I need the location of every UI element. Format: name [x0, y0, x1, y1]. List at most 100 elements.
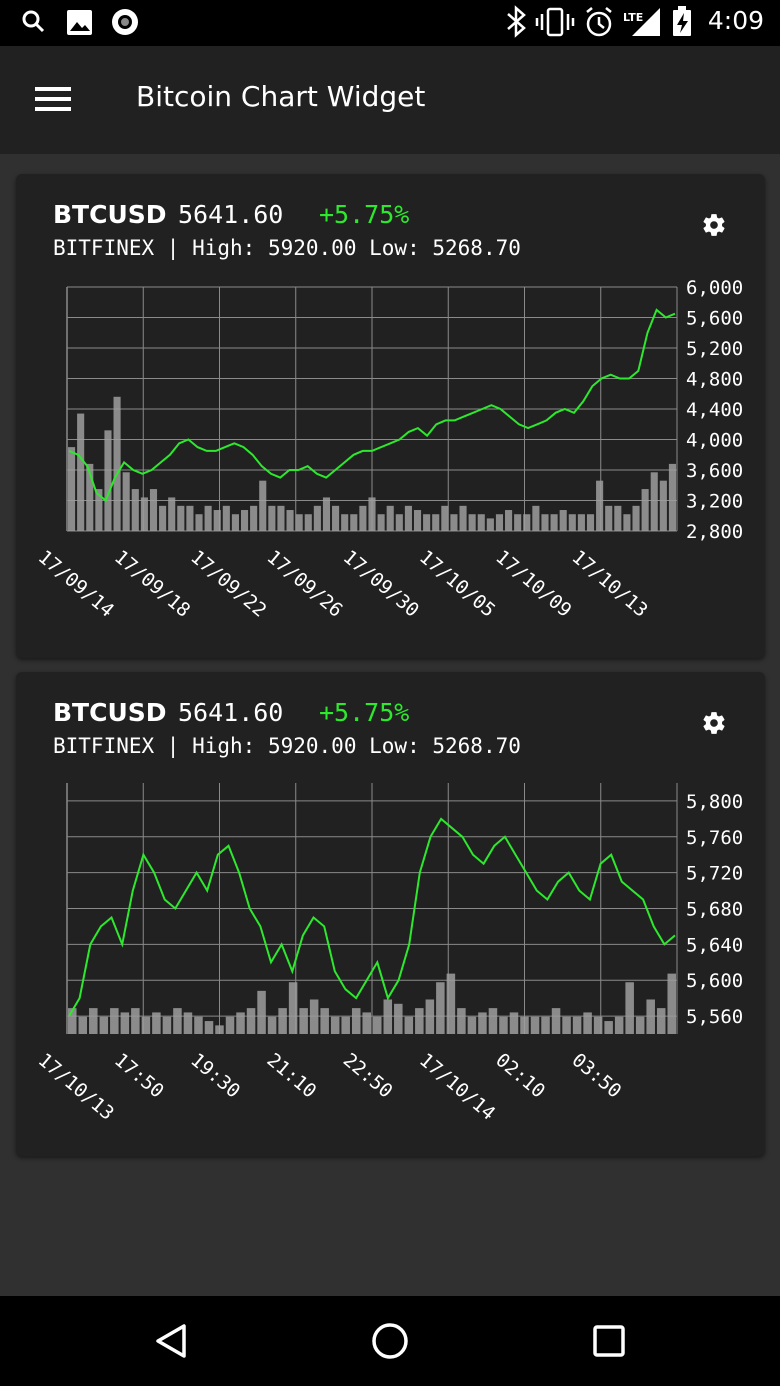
volume-bar [377, 514, 385, 531]
widget-card-1[interactable]: BTCUSD 5641.60 +5.75% BITFINEX | High: 5… [16, 174, 765, 658]
y-tick-label: 2,800 [686, 521, 743, 543]
x-tick-label: 17/10/14 [415, 1049, 499, 1125]
hamburger-menu-icon[interactable] [26, 80, 80, 120]
y-tick-label: 5,800 [686, 791, 743, 813]
widget-card-2[interactable]: BTCUSD 5641.60 +5.75% BITFINEX | High: 5… [16, 672, 765, 1156]
volume-bar [152, 1012, 161, 1034]
x-tick-label: 17/10/05 [415, 546, 499, 622]
x-tick-label: 17/09/30 [339, 546, 423, 622]
volume-bar [596, 480, 604, 531]
volume-bar [231, 514, 239, 531]
volume-bar [394, 1003, 403, 1034]
volume-bar [350, 514, 358, 531]
x-tick-label: 22:50 [339, 1049, 397, 1103]
x-tick-label: 17/10/13 [568, 546, 652, 622]
status-time: 4:09 [707, 6, 764, 35]
y-tick-label: 5,720 [686, 863, 743, 885]
volume-bar [341, 514, 349, 531]
volume-bar [532, 505, 540, 531]
y-tick-label: 4,000 [686, 430, 743, 452]
volume-bar [351, 1008, 361, 1034]
svg-text:LTE: LTE [623, 11, 643, 24]
back-icon[interactable] [147, 1316, 197, 1366]
price-chart: 6,000 5,600 5,200 4,800 4,400 4,000 3,600 3,200… [34, 277, 743, 622]
x-tick-label: 19:30 [186, 1049, 244, 1103]
status-bar: LTE 4:09 [0, 0, 780, 46]
volume-bar [646, 999, 655, 1034]
volume-bar [288, 982, 298, 1034]
volume-bar [332, 505, 340, 531]
y-tick-label: 5,200 [686, 338, 743, 360]
volume-bar [277, 505, 285, 531]
volume-bar [195, 514, 203, 531]
y-tick-label: 5,600 [686, 308, 743, 330]
volume-bar [568, 514, 576, 531]
volume-bar [586, 514, 595, 531]
volume-bar [541, 514, 549, 531]
vibrate-icon [535, 7, 575, 37]
volume-bar [122, 472, 130, 531]
volume-bar [177, 505, 185, 531]
x-tick-label: 17/09/14 [34, 546, 118, 622]
y-tick-label: 5,760 [686, 827, 743, 849]
volume-bar [415, 1008, 424, 1034]
volume-bar [68, 447, 76, 531]
volume-bar [446, 973, 456, 1034]
volume-bar [149, 489, 158, 531]
volume-bar [441, 505, 449, 531]
x-tick-label: 17/10/09 [491, 546, 575, 622]
volume-bar [213, 510, 221, 531]
volume-bar [614, 505, 622, 531]
volume-bar [194, 1016, 203, 1034]
volume-bar [551, 1008, 561, 1034]
volume-bar [495, 514, 504, 531]
y-tick-label: 5,680 [686, 899, 743, 921]
volume-bar [313, 505, 321, 531]
volume-bar [320, 1008, 329, 1034]
volume-bar [467, 1016, 477, 1034]
volume-bar [432, 514, 440, 531]
volume-bar [368, 497, 376, 531]
volume-bar [113, 396, 121, 531]
volume-bar [450, 514, 458, 531]
navigation-bar [0, 1296, 780, 1386]
volume-bar [423, 514, 431, 531]
home-icon[interactable] [365, 1316, 415, 1366]
volume-bar [222, 505, 230, 531]
volume-bar [183, 1012, 193, 1034]
volume-bar [667, 973, 676, 1034]
volume-bar [236, 1012, 245, 1034]
volume-bar [330, 1016, 340, 1034]
image-icon [67, 10, 92, 35]
x-tick-label: 21:10 [263, 1049, 321, 1103]
alarm-icon [586, 7, 612, 37]
x-tick-label: 03:50 [568, 1049, 626, 1103]
y-tick-label: 5,600 [686, 970, 743, 992]
volume-bar [162, 1016, 172, 1034]
volume-bar [468, 514, 476, 531]
battery-charging-icon [673, 6, 691, 36]
volume-bar [604, 1021, 613, 1034]
volume-bar [425, 999, 435, 1034]
volume-bar [186, 505, 194, 531]
volume-bar [295, 514, 303, 531]
volume-bar [250, 505, 258, 531]
app-bar: Bitcoin Chart Widget [0, 46, 780, 154]
volume-bar [668, 463, 676, 531]
volume-bar [635, 1016, 645, 1034]
volume-bar [523, 514, 531, 531]
volume-bar [78, 1016, 88, 1034]
volume-bar [373, 1016, 382, 1034]
volume-bar [559, 510, 567, 531]
y-tick-label: 3,200 [686, 491, 743, 513]
volume-bar [215, 1025, 224, 1034]
volume-bar [304, 514, 312, 531]
volume-bar [656, 1008, 666, 1034]
volume-bar [541, 1016, 550, 1034]
volume-bar [257, 990, 266, 1034]
y-tick-label: 4,400 [686, 399, 743, 421]
volume-bar [259, 480, 267, 531]
recents-icon[interactable] [584, 1316, 634, 1366]
volume-bar [457, 1008, 466, 1034]
volume-bar [240, 510, 249, 531]
